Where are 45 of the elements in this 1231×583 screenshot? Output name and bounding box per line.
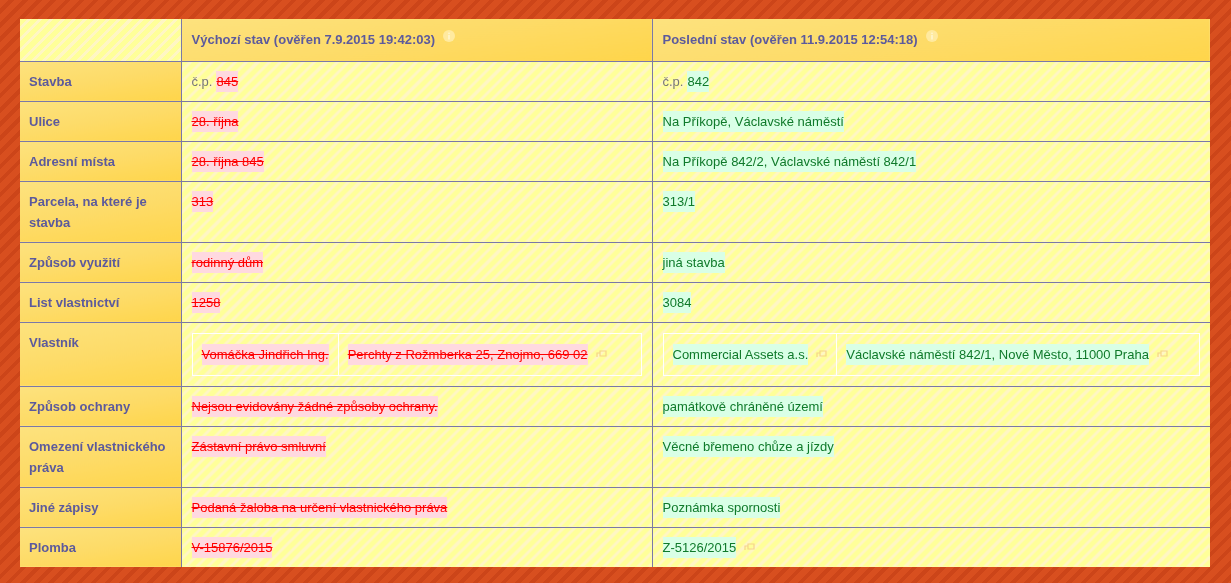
value-prefix: č.p. <box>662 72 684 91</box>
value-text: 3084 <box>662 291 692 313</box>
row-label: Stavba <box>29 73 72 89</box>
value-text: Věcné břemeno chůze a jízdy <box>662 435 834 457</box>
info-icon[interactable] <box>443 29 456 42</box>
value-text: 28. října <box>191 110 239 132</box>
column-heading: Poslední stav (ověřen 11.9.2015 12:54:18) <box>662 31 918 50</box>
value-text: 28. října 845 <box>191 150 264 172</box>
value-text: 313/1 <box>662 190 696 212</box>
value-text: rodinný dům <box>191 251 264 273</box>
row-label: Omezení vlastnického práva <box>29 438 166 475</box>
value-text: jiná stavba <box>662 251 725 273</box>
value-text: Zástavní právo smluvní <box>191 435 326 457</box>
row-label: Adresní místa <box>29 153 115 169</box>
owner-value: Václavské náměstí 842/1, Nové Město, 11000 Praha <box>846 343 1149 365</box>
owner-value: Perchty z Rožmberka 25, Znojmo, 669 02 <box>347 343 588 365</box>
column-heading: Výchozí stav (ověřen 7.9.2015 19:42:03) <box>191 31 436 50</box>
value-text: Nejsou evidovány žádné způsoby ochrany. <box>191 395 438 417</box>
row-label: Parcela, na které je stavba <box>29 193 147 230</box>
value-text: 1258 <box>191 291 221 313</box>
value-text: Poznámka spornosti <box>662 496 781 518</box>
row-label: Jiné zápisy <box>29 499 99 515</box>
row-label: Způsob ochrany <box>29 398 131 414</box>
row-label: Ulice <box>29 113 61 129</box>
value-text: 845 <box>216 70 239 92</box>
owner-value: Vomáčka Jindřich Ing. <box>201 343 329 365</box>
link-icon[interactable] <box>595 350 607 358</box>
owner-value: Commercial Assets a.s. <box>672 343 809 365</box>
row-label: Vlastník <box>29 334 79 350</box>
link-icon[interactable] <box>816 350 828 358</box>
info-icon[interactable] <box>925 29 938 42</box>
value-text: Podaná žaloba na určení vlastnického práva <box>191 496 448 518</box>
link-icon[interactable] <box>1156 350 1168 358</box>
value-prefix: č.p. <box>191 72 213 91</box>
value-text: Na Příkopě 842/2, Václavské náměstí 842/1 <box>662 150 917 172</box>
row-label: Způsob využití <box>29 254 120 270</box>
value-text: památkově chráněné území <box>662 395 823 417</box>
row-label: List vlastnictví <box>29 294 120 310</box>
value-text: 842 <box>687 70 710 92</box>
row-label: Plomba <box>29 539 76 555</box>
value-text: Na Příkopě, Václavské náměstí <box>662 110 844 132</box>
link-icon[interactable] <box>744 543 756 551</box>
value-text: V-15876/2015 <box>191 536 273 558</box>
value-text: Z-5126/2015 <box>662 536 737 558</box>
value-text: 313 <box>191 190 214 212</box>
